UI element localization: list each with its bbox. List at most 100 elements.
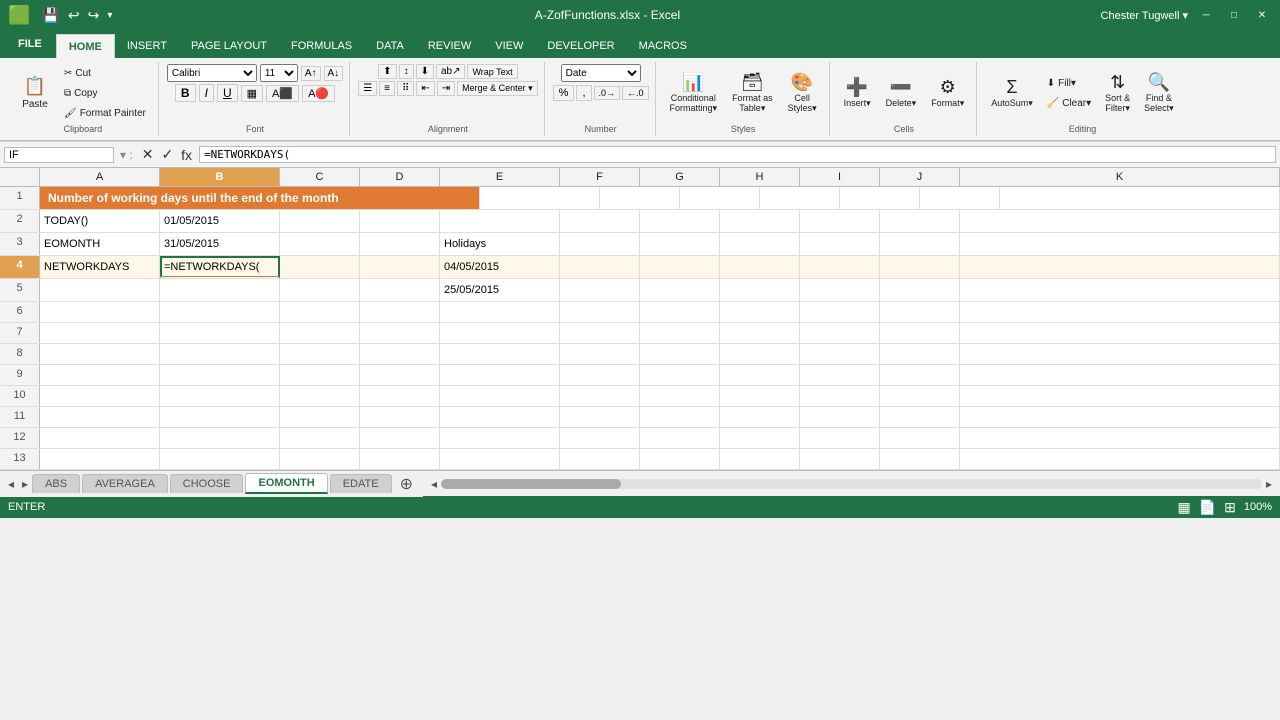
cell-i5[interactable] — [800, 279, 880, 301]
find-select-button[interactable]: 🔍 Find &Select▾ — [1138, 67, 1180, 119]
cell-i1[interactable] — [840, 187, 920, 209]
wrap-text-button[interactable]: Wrap Text — [467, 64, 517, 79]
col-header-e[interactable]: E — [440, 168, 560, 186]
cell[interactable] — [160, 302, 280, 322]
cell[interactable] — [40, 344, 160, 364]
cell-e4[interactable]: 04/05/2015 — [440, 256, 560, 278]
cell[interactable] — [560, 302, 640, 322]
cell-d3[interactable] — [360, 233, 440, 255]
cell[interactable] — [360, 386, 440, 406]
cell-a4[interactable]: NETWORKDAYS — [40, 256, 160, 278]
page-layout-view-button[interactable]: 📄 — [1199, 499, 1216, 516]
restore-button[interactable]: □ — [1224, 5, 1244, 25]
increase-decimal-button[interactable]: .0→ — [594, 86, 621, 100]
cell[interactable] — [880, 386, 960, 406]
italic-button[interactable]: I — [199, 84, 214, 102]
cell[interactable] — [880, 302, 960, 322]
cell[interactable] — [560, 323, 640, 343]
cell-d5[interactable] — [360, 279, 440, 301]
col-header-i[interactable]: I — [800, 168, 880, 186]
cell-i3[interactable] — [800, 233, 880, 255]
cell[interactable] — [800, 449, 880, 469]
tab-page-layout[interactable]: PAGE LAYOUT — [179, 34, 279, 58]
undo-qat-button[interactable]: ↩ — [66, 7, 82, 24]
cell-k5[interactable] — [960, 279, 1280, 301]
cell[interactable] — [800, 323, 880, 343]
cell-b5[interactable] — [160, 279, 280, 301]
cell-j4[interactable] — [880, 256, 960, 278]
scroll-right-button[interactable]: ▸ — [1266, 477, 1272, 491]
scroll-left-button[interactable]: ◂ — [431, 477, 437, 491]
cell-j2[interactable] — [880, 210, 960, 232]
cell[interactable] — [280, 365, 360, 385]
delete-button[interactable]: ➖ Delete▾ — [880, 67, 923, 119]
orientation-button[interactable]: ab↗ — [436, 64, 466, 79]
cell[interactable] — [160, 344, 280, 364]
cell-e3[interactable]: Holidays — [440, 233, 560, 255]
tab-home[interactable]: HOME — [56, 34, 115, 58]
cell[interactable] — [160, 428, 280, 448]
cell[interactable] — [960, 302, 1280, 322]
col-header-j[interactable]: J — [880, 168, 960, 186]
tab-insert[interactable]: INSERT — [115, 34, 179, 58]
decrease-indent-button[interactable]: ⇤ — [416, 81, 434, 96]
align-middle-button[interactable]: ↕ — [399, 64, 414, 79]
scroll-tabs-left-button[interactable]: ◂ — [4, 477, 18, 491]
align-left-button[interactable]: ☰ — [358, 81, 377, 96]
cell-d2[interactable] — [360, 210, 440, 232]
cell-a1[interactable]: Number of working days until the end of … — [40, 187, 480, 209]
cell[interactable] — [880, 428, 960, 448]
sheet-tab-edate[interactable]: EDATE — [330, 474, 392, 493]
cell-a3[interactable]: EOMONTH — [40, 233, 160, 255]
cell-c4[interactable] — [280, 256, 360, 278]
cell-f5[interactable] — [560, 279, 640, 301]
cell-b3[interactable]: 31/05/2015 — [160, 233, 280, 255]
cell-e1[interactable] — [480, 187, 600, 209]
col-header-k[interactable]: K — [960, 168, 1280, 186]
tab-developer[interactable]: DEVELOPER — [535, 34, 626, 58]
cell[interactable] — [40, 449, 160, 469]
cell-i2[interactable] — [800, 210, 880, 232]
cell[interactable] — [800, 365, 880, 385]
insert-function-button[interactable]: fx — [178, 146, 195, 163]
cell-b4[interactable]: =NETWORKDAYS( NETWORKDAYS(start_date, en… — [160, 256, 280, 278]
copy-button[interactable]: ⧉ Copy — [58, 84, 152, 102]
cell[interactable] — [800, 344, 880, 364]
cell[interactable] — [640, 302, 720, 322]
tab-formulas[interactable]: FORMULAS — [279, 34, 364, 58]
cell-e2[interactable] — [440, 210, 560, 232]
cell-c3[interactable] — [280, 233, 360, 255]
insert-button[interactable]: ➕ Insert▾ — [838, 67, 877, 119]
align-bottom-button[interactable]: ⬇ — [416, 64, 434, 79]
sort-filter-button[interactable]: ⇅ Sort &Filter▾ — [1099, 67, 1136, 119]
close-button[interactable]: ✕ — [1252, 5, 1272, 25]
cell[interactable] — [960, 407, 1280, 427]
decrease-font-button[interactable]: A↓ — [324, 66, 344, 81]
page-break-view-button[interactable]: ⊞ — [1224, 499, 1236, 516]
cell[interactable] — [360, 428, 440, 448]
cell[interactable] — [160, 386, 280, 406]
cell[interactable] — [280, 449, 360, 469]
formula-input[interactable] — [199, 146, 1276, 163]
user-name[interactable]: Chester Tugwell ▾ — [1101, 9, 1188, 22]
cell[interactable] — [880, 344, 960, 364]
merge-center-button[interactable]: Merge & Center ▾ — [457, 81, 538, 96]
cell[interactable] — [40, 302, 160, 322]
cell[interactable] — [440, 386, 560, 406]
percent-button[interactable]: % — [553, 85, 575, 101]
cell-k3[interactable] — [960, 233, 1280, 255]
tab-macros[interactable]: MACROS — [627, 34, 699, 58]
col-header-f[interactable]: F — [560, 168, 640, 186]
cell-j1[interactable] — [920, 187, 1000, 209]
cell[interactable] — [640, 407, 720, 427]
cell[interactable] — [560, 386, 640, 406]
cell[interactable] — [640, 323, 720, 343]
cell[interactable] — [800, 407, 880, 427]
cell[interactable] — [960, 323, 1280, 343]
underline-button[interactable]: U — [217, 84, 238, 102]
sheet-tab-choose[interactable]: CHOOSE — [170, 474, 244, 493]
comma-button[interactable]: , — [576, 85, 591, 101]
cell-g4[interactable] — [640, 256, 720, 278]
cell-f3[interactable] — [560, 233, 640, 255]
cell-h2[interactable] — [720, 210, 800, 232]
